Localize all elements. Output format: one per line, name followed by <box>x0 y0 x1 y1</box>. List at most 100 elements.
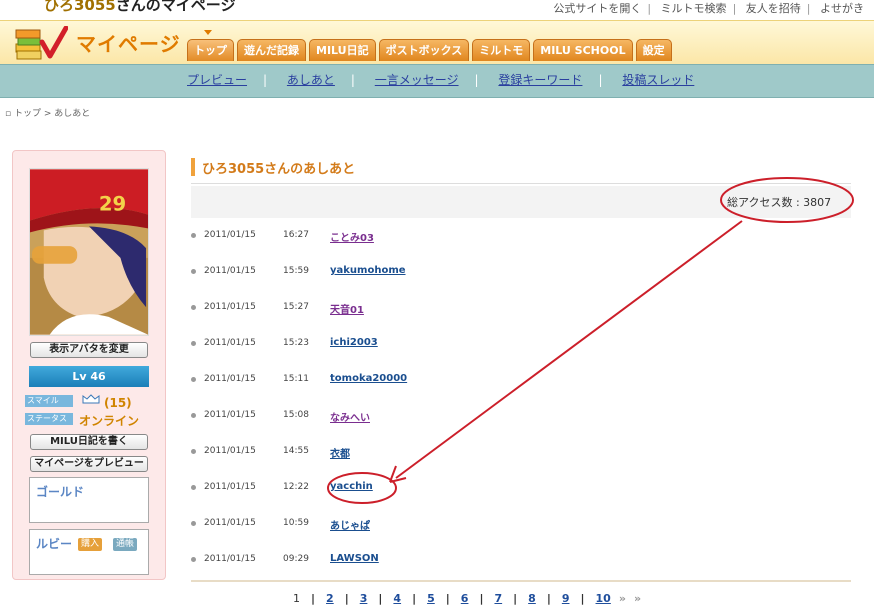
online-status: オンライン <box>79 414 140 428</box>
yosegaki-link[interactable]: よせがき <box>820 2 864 15</box>
pager-separator: | <box>412 592 417 605</box>
subnav-preview[interactable]: プレビュー <box>187 73 247 87</box>
pager-separator: | <box>580 592 585 605</box>
visit-time: 09:29 <box>283 554 309 564</box>
preview-mypage-button[interactable]: マイページをプレビュー <box>30 456 148 472</box>
page-title: ひろ3055さんのあしあと <box>202 162 356 177</box>
gold-label: ゴールド <box>36 485 85 499</box>
active-tab-marker <box>204 30 212 35</box>
avatar: 29 <box>29 168 149 336</box>
pager-separator: | <box>479 592 484 605</box>
level-badge: Lv 46 <box>29 366 149 387</box>
visit-date: 2011/01/15 <box>204 446 256 456</box>
tab-milutomo[interactable]: ミルトモ <box>472 39 531 61</box>
top-links: 公式サイトを開く | ミルトモ検索 | 友人を招待 | よせがき <box>553 2 864 15</box>
subnav-one-line-message[interactable]: 一言メッセージ <box>375 73 459 87</box>
page-link[interactable]: 8 <box>528 592 536 605</box>
title-divider <box>191 183 851 184</box>
bullet-icon <box>191 269 196 274</box>
pager-separator: | <box>513 592 518 605</box>
visit-time: 15:27 <box>283 302 309 312</box>
ruby-label: ルビー <box>36 537 73 551</box>
bullet-icon <box>191 413 196 418</box>
svg-text:29: 29 <box>99 193 126 216</box>
visit-time: 12:22 <box>283 482 309 492</box>
main-tabs: トップ 遊んだ記録 MILU日記 ポストボックス ミルトモ MILU SCHOO… <box>187 39 672 62</box>
visitor-link[interactable]: なみへい <box>330 409 370 424</box>
pager-divider <box>191 580 851 582</box>
visit-date: 2011/01/15 <box>204 302 256 312</box>
page-link[interactable]: 5 <box>427 592 435 605</box>
page-link[interactable]: 4 <box>393 592 401 605</box>
title-accent-bar <box>191 158 195 176</box>
visit-date: 2011/01/15 <box>204 338 256 348</box>
next-page-button[interactable]: » <box>619 592 626 605</box>
visit-date: 2011/01/15 <box>204 518 256 528</box>
subnav-posted-threads[interactable]: 投稿スレッド <box>622 73 694 87</box>
page-link[interactable]: 6 <box>461 592 469 605</box>
pager-separator: | <box>546 592 551 605</box>
visitor-link[interactable]: あじゃぱ <box>330 517 370 532</box>
milutomo-search-link[interactable]: ミルトモ検索 <box>661 2 727 15</box>
change-avatar-button[interactable]: 表示アバタを変更 <box>30 342 148 358</box>
tab-milu-diary[interactable]: MILU日記 <box>309 39 376 61</box>
pager-separator: | <box>445 592 450 605</box>
write-diary-button[interactable]: MILU日記を書く <box>30 434 148 450</box>
visit-time: 15:11 <box>283 374 309 384</box>
pagination: 1 | 2 | 3 | 4 | 5 | 6 | 7 | 8 | 9 | 10 » » <box>293 592 641 605</box>
last-page-button[interactable]: » <box>634 592 641 605</box>
tab-top[interactable]: トップ <box>187 39 234 61</box>
subnav-footprints[interactable]: あしあと <box>287 73 335 87</box>
user-name: ひろ3055 <box>44 0 116 14</box>
bullet-icon <box>191 341 196 346</box>
smile-count: (15) <box>104 396 132 410</box>
visitor-link[interactable]: ichi2003 <box>330 337 378 348</box>
page-link[interactable]: 7 <box>494 592 502 605</box>
visitor-link[interactable]: ことみ03 <box>330 229 374 244</box>
current-page: 1 <box>293 592 300 605</box>
tab-play-record[interactable]: 遊んだ記録 <box>237 39 306 61</box>
visit-date: 2011/01/15 <box>204 482 256 492</box>
subnav-registered-keywords[interactable]: 登録キーワード <box>498 73 582 87</box>
visitor-link[interactable]: yacchin <box>330 481 373 492</box>
visitor-link[interactable]: 天音01 <box>330 301 364 316</box>
visit-time: 15:23 <box>283 338 309 348</box>
visitor-link[interactable]: tomoka20000 <box>330 373 407 384</box>
buy-ruby-button[interactable]: 購入 <box>78 538 103 551</box>
visit-time: 10:59 <box>283 518 309 528</box>
visit-time: 15:59 <box>283 266 309 276</box>
pager-separator: | <box>311 592 316 605</box>
tab-settings[interactable]: 設定 <box>635 39 672 61</box>
page-link[interactable]: 10 <box>596 592 611 605</box>
page-link[interactable]: 3 <box>360 592 368 605</box>
visit-time: 14:55 <box>283 446 309 456</box>
crown-icon <box>82 394 100 404</box>
sub-navigation-links: プレビュー | あしあと | 一言メッセージ | 登録キーワード | 投稿スレッド <box>187 73 695 87</box>
official-site-link[interactable]: 公式サイトを開く <box>553 2 641 15</box>
visit-date: 2011/01/15 <box>204 410 256 420</box>
bullet-icon <box>191 449 196 454</box>
smile-label: スマイル <box>25 395 73 407</box>
tab-milu-school[interactable]: MILU SCHOOL <box>533 39 633 61</box>
annotation-arrow-line <box>395 220 743 479</box>
bullet-icon <box>191 557 196 562</box>
ruby-box: ルビー <box>29 529 149 575</box>
passbook-button[interactable]: 通帳 <box>113 538 138 551</box>
page-link[interactable]: 2 <box>326 592 334 605</box>
visitor-link[interactable]: yakumohome <box>330 265 406 276</box>
page-owner-suffix: さんのマイページ <box>115 0 236 14</box>
pager-separator: | <box>378 592 383 605</box>
pager-separator: | <box>344 592 349 605</box>
annotation-arrow-head <box>389 465 407 483</box>
breadcrumb: ▫ トップ > あしあと <box>5 109 91 119</box>
page-link[interactable]: 9 <box>562 592 570 605</box>
visit-date: 2011/01/15 <box>204 554 256 564</box>
tab-postbox[interactable]: ポストボックス <box>378 39 470 61</box>
total-access-count: 総アクセス数 : 3807 <box>727 196 832 209</box>
mypage-logo-icon <box>15 26 68 60</box>
visitor-link[interactable]: LAWSON <box>330 553 379 564</box>
visit-date: 2011/01/15 <box>204 374 256 384</box>
invite-friend-link[interactable]: 友人を招待 <box>746 2 801 15</box>
visitor-link[interactable]: 衣都 <box>330 445 350 460</box>
bullet-icon <box>191 305 196 310</box>
